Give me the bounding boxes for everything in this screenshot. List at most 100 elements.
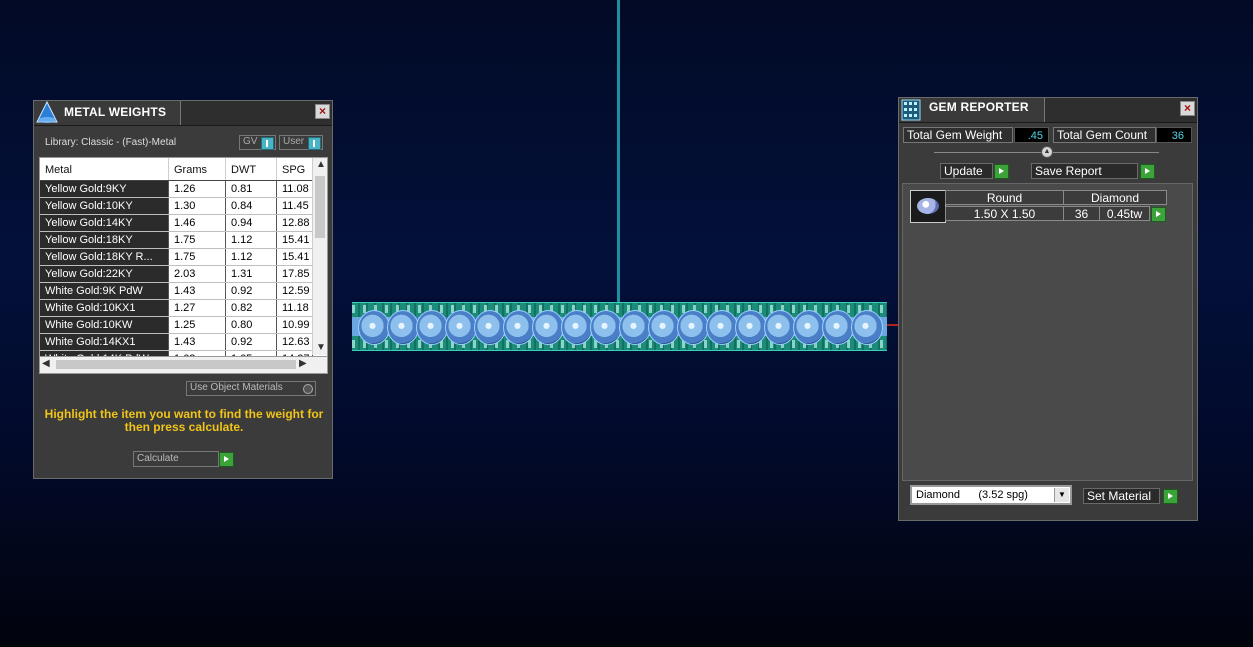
set-material-button[interactable]: Set Material bbox=[1083, 488, 1160, 504]
band-stone bbox=[561, 310, 593, 345]
cell-metal: White Gold:10KX1 bbox=[40, 300, 169, 316]
scroll-down-icon[interactable]: ▼ bbox=[316, 342, 326, 353]
user-toggle-icon bbox=[308, 137, 321, 150]
metal-table-body: Yellow Gold:9KY 1.26 0.81 11.08 Yellow Gold:… bbox=[40, 181, 327, 357]
band-stone bbox=[416, 310, 448, 345]
table-row[interactable]: Yellow Gold:10KY 1.30 0.84 11.45 bbox=[40, 198, 327, 215]
table-row[interactable]: Yellow Gold:18KY R... 1.75 1.12 15.41 bbox=[40, 249, 327, 266]
ring-band-model[interactable] bbox=[352, 302, 887, 351]
radio-icon bbox=[303, 384, 313, 394]
cell-spg: 15.41 bbox=[277, 249, 313, 265]
update-go-icon[interactable] bbox=[994, 164, 1009, 179]
scroll-left-icon[interactable]: ◀ bbox=[42, 358, 50, 369]
material-select[interactable]: Diamond (3.52 spg) ▼ bbox=[910, 485, 1072, 505]
set-material-go-icon[interactable] bbox=[1163, 489, 1178, 504]
band-stone bbox=[793, 310, 825, 345]
column-header-metal[interactable]: Metal bbox=[40, 158, 169, 180]
table-row[interactable]: Yellow Gold:22KY 2.03 1.31 17.85 bbox=[40, 266, 327, 283]
table-row[interactable]: Yellow Gold:14KY 1.46 0.94 12.88 bbox=[40, 215, 327, 232]
cell-spg: 12.63 bbox=[277, 334, 313, 350]
band-stone bbox=[590, 310, 622, 345]
metal-table-hscrollbar[interactable]: ◀ ▶ bbox=[39, 356, 328, 374]
cell-grams: 1.75 bbox=[169, 249, 226, 265]
column-header-dwt[interactable]: DWT bbox=[226, 158, 277, 180]
column-header-spg[interactable]: SPG bbox=[277, 158, 313, 180]
total-gem-count-label: Total Gem Count bbox=[1053, 127, 1156, 143]
band-stone bbox=[387, 310, 419, 345]
metal-table[interactable]: Metal Grams DWT SPG Yellow Gold:9KY 1.26 0… bbox=[39, 157, 328, 358]
hscroll-thumb[interactable] bbox=[56, 360, 296, 369]
metal-table-vscrollbar[interactable]: ▲ ▼ bbox=[312, 158, 327, 355]
scroll-right-icon[interactable]: ▶ bbox=[299, 358, 307, 369]
chevron-down-icon[interactable]: ▼ bbox=[1054, 488, 1069, 502]
cell-metal: White Gold:9K PdW bbox=[40, 283, 169, 299]
cell-metal: Yellow Gold:9KY bbox=[40, 181, 169, 197]
band-stone bbox=[532, 310, 564, 345]
metal-weights-titlebar[interactable]: METAL WEIGHTS × bbox=[34, 101, 332, 126]
close-icon[interactable]: × bbox=[315, 104, 330, 119]
round-diamond-icon[interactable] bbox=[910, 190, 946, 223]
band-stone bbox=[706, 310, 738, 345]
table-row[interactable]: White Gold:10KX1 1.27 0.82 11.18 bbox=[40, 300, 327, 317]
cell-grams: 1.46 bbox=[169, 215, 226, 231]
total-gem-weight-value: .45 bbox=[1014, 127, 1049, 143]
gem-row-go-icon[interactable] bbox=[1151, 207, 1166, 222]
table-row[interactable]: Yellow Gold:9KY 1.26 0.81 11.08 bbox=[40, 181, 327, 198]
table-row[interactable]: White Gold:10KW 1.25 0.80 10.99 bbox=[40, 317, 327, 334]
band-stone bbox=[677, 310, 709, 345]
user-toggle[interactable]: User bbox=[279, 135, 323, 150]
cell-grams: 1.43 bbox=[169, 283, 226, 299]
cell-dwt: 1.31 bbox=[226, 266, 277, 282]
gem-material: Diamond bbox=[1063, 190, 1167, 205]
band-stone bbox=[358, 310, 390, 345]
gem-shape: Round bbox=[945, 190, 1064, 205]
cell-dwt: 0.94 bbox=[226, 215, 277, 231]
cell-metal: Yellow Gold:18KY bbox=[40, 232, 169, 248]
gem-thumb-image bbox=[917, 198, 939, 214]
cell-metal: Yellow Gold:18KY R... bbox=[40, 249, 169, 265]
column-header-grams[interactable]: Grams bbox=[169, 158, 226, 180]
cell-grams: 1.30 bbox=[169, 198, 226, 214]
cell-spg: 12.59 bbox=[277, 283, 313, 299]
cell-dwt: 0.92 bbox=[226, 283, 277, 299]
calculate-go-icon[interactable] bbox=[219, 452, 234, 467]
gem-slider-knob[interactable]: ▲ bbox=[1041, 146, 1053, 158]
cell-metal: Yellow Gold:10KY bbox=[40, 198, 169, 214]
cell-spg: 10.99 bbox=[277, 317, 313, 333]
gv-toggle-icon bbox=[261, 137, 274, 150]
gem-count: 36 bbox=[1063, 206, 1100, 221]
cell-spg: 12.88 bbox=[277, 215, 313, 231]
band-stone bbox=[822, 310, 854, 345]
gv-label: GV bbox=[243, 136, 258, 147]
material-select-value: Diamond (3.52 spg) bbox=[916, 489, 1028, 501]
band-stone bbox=[764, 310, 796, 345]
scroll-up-icon[interactable]: ▲ bbox=[316, 159, 326, 170]
table-row[interactable]: Yellow Gold:18KY 1.75 1.12 15.41 bbox=[40, 232, 327, 249]
table-row[interactable]: White Gold:14KX1 1.43 0.92 12.63 bbox=[40, 334, 327, 351]
table-row[interactable]: White Gold:9K PdW 1.43 0.92 12.59 bbox=[40, 283, 327, 300]
calculate-button[interactable]: Calculate bbox=[133, 451, 219, 467]
cell-spg: 17.85 bbox=[277, 266, 313, 282]
gem-list-area[interactable]: Round Diamond 1.50 X 1.50 36 0.45tw bbox=[902, 183, 1193, 481]
gem-weight: 0.45tw bbox=[1099, 206, 1150, 221]
cell-spg: 11.18 bbox=[277, 300, 313, 316]
use-object-materials-toggle[interactable]: Use Object Materials bbox=[186, 381, 316, 396]
use-object-materials-label: Use Object Materials bbox=[190, 382, 283, 393]
total-gem-count-value: 36 bbox=[1156, 127, 1192, 143]
save-report-go-icon[interactable] bbox=[1140, 164, 1155, 179]
save-report-button[interactable]: Save Report bbox=[1031, 163, 1138, 179]
gem-reporter-titlebar[interactable]: GEM REPORTER × bbox=[899, 98, 1197, 123]
cell-spg: 11.45 bbox=[277, 198, 313, 214]
instruction-text: Highlight the item you want to find the … bbox=[44, 407, 324, 434]
metal-weights-icon bbox=[36, 101, 58, 123]
cell-grams: 1.43 bbox=[169, 334, 226, 350]
cell-metal: Yellow Gold:14KY bbox=[40, 215, 169, 231]
band-stone bbox=[445, 310, 477, 345]
cell-spg: 11.08 bbox=[277, 181, 313, 197]
vscroll-thumb[interactable] bbox=[315, 176, 325, 238]
update-button[interactable]: Update bbox=[940, 163, 993, 179]
close-icon[interactable]: × bbox=[1180, 101, 1195, 116]
gv-toggle[interactable]: GV bbox=[239, 135, 276, 150]
metal-weights-title: METAL WEIGHTS bbox=[64, 105, 167, 119]
gem-reporter-icon bbox=[901, 99, 921, 121]
